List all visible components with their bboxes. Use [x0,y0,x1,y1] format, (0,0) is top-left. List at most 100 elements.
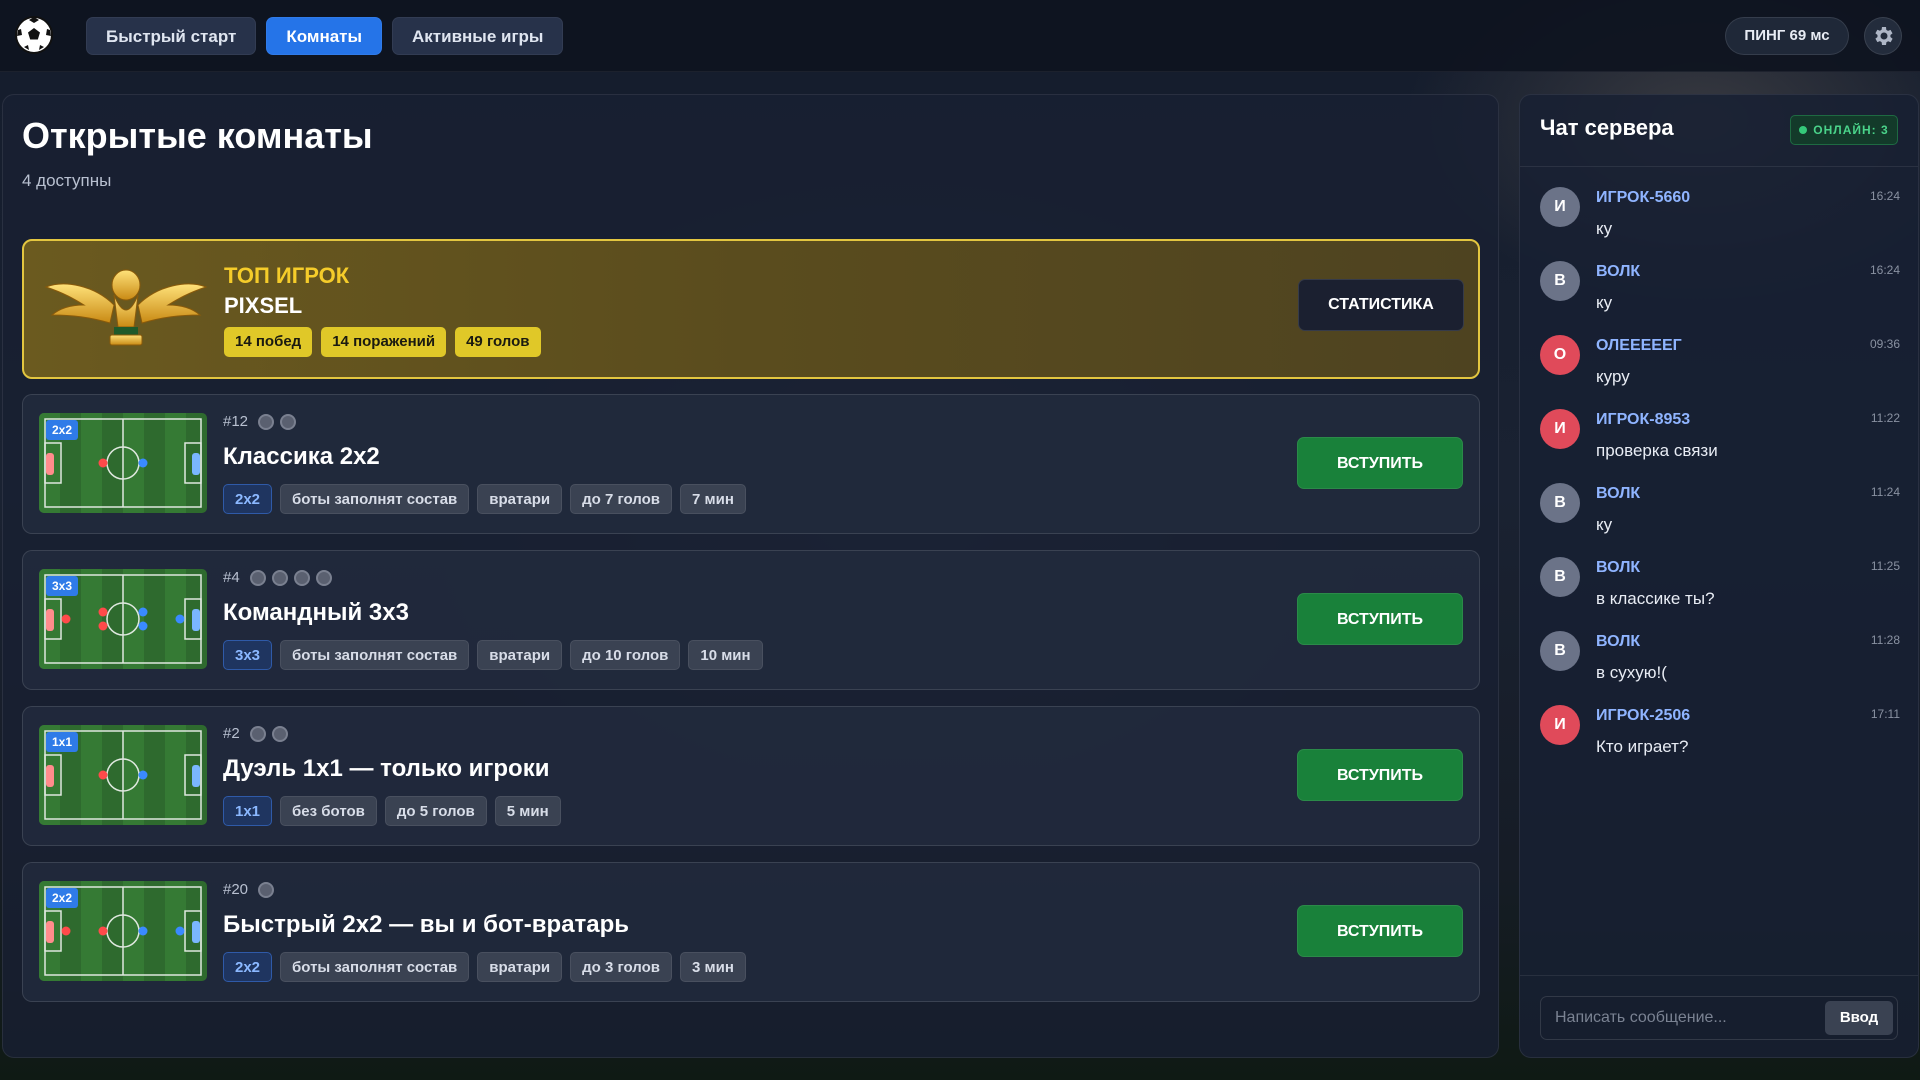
room-tags: 2x2 боты заполнят состав вратари до 7 го… [223,484,746,514]
message-text: куру [1596,367,1630,386]
player-slot [258,881,275,898]
message-author: ОЛЕЕЕЕЕГ [1596,337,1682,354]
avatar: В [1540,261,1580,301]
tag-mode: 3x3 [223,640,273,670]
message-author: ВОЛК [1596,263,1641,280]
send-button[interactable]: Ввод [1825,1001,1893,1035]
tag-time: 3 мин [680,952,746,982]
online-badge: ОНЛАЙН: 3 [1790,115,1898,145]
player-slot [249,725,266,742]
player-slot [271,725,288,742]
room-card: 2x2 #12 Классика 2x2 2x2 боты заполнят с… [22,394,1480,534]
tag-bots: без ботов [280,796,377,826]
top-bar: Быстрый старт Комнаты Активные игры ПИНГ… [0,0,1920,72]
player-slot [280,413,297,430]
chat-message: И ИГРОК-2506 17:11 Кто играет? [1540,705,1900,775]
message-author: ИГРОК-8953 [1596,411,1691,428]
nav-rooms[interactable]: Комнаты [266,17,383,55]
top-player-label: ТОП ИГРОК [224,263,350,288]
message-text: в сухую!( [1596,663,1667,682]
message-time: 11:25 [1870,559,1900,573]
statistics-button[interactable]: СТАТИСТИКА [1298,279,1464,331]
mode-badge: 2x2 [46,888,79,908]
room-number: #4 [223,569,240,586]
main-nav: Быстрый старт Комнаты Активные игры [86,17,564,55]
join-button[interactable]: ВСТУПИТЬ [1297,905,1463,957]
wins-badge: 14 побед [224,327,313,357]
room-number: #20 [223,881,249,898]
player-slot [249,569,266,586]
message-time: 16:24 [1869,189,1900,203]
tag-time: 7 мин [680,484,746,514]
rooms-panel: Открытые комнаты 4 доступны ТОП ИГРОК PI… [2,94,1499,1058]
tag-time: 5 мин [494,796,561,826]
tag-goals: до 10 голов [570,640,681,670]
tag-bots: боты заполнят состав [280,952,470,982]
message-text: ку [1596,293,1613,312]
avatar: В [1540,631,1580,671]
join-button[interactable]: ВСТУПИТЬ [1297,749,1463,801]
player-slot [293,569,310,586]
room-meta: #20 [223,881,275,898]
tag-bots: боты заполнят состав [280,484,470,514]
join-button[interactable]: ВСТУПИТЬ [1297,437,1463,489]
room-meta: #2 [223,725,288,742]
tag-goals: до 3 голов [570,952,673,982]
tag-goalkeepers: вратари [477,640,563,670]
room-number: #2 [223,725,240,742]
mode-badge: 1x1 [46,732,79,752]
top-player-card: ТОП ИГРОК PIXSEL 14 побед 14 поражений 4… [22,239,1480,379]
message-text: в классике ты? [1596,589,1715,608]
room-meta: #12 [223,413,297,430]
player-slot [258,413,275,430]
server-chat-panel: Чат сервера ОНЛАЙН: 3 И ИГРОК-5660 16:24… [1519,94,1919,1058]
soccer-ball-logo-icon[interactable] [14,15,54,55]
chat-message: В ВОЛК 11:25 в классике ты? [1540,557,1900,627]
gear-icon [1875,27,1893,45]
field-preview: 3x3 [39,569,207,669]
room-tags: 2x2 боты заполнят состав вратари до 3 го… [223,952,746,982]
tag-bots: боты заполнят состав [280,640,470,670]
chat-title: Чат сервера [1540,115,1674,140]
message-author: ВОЛК [1596,633,1641,650]
message-text: ку [1596,219,1613,238]
avatar: О [1540,335,1580,375]
tag-mode: 2x2 [223,484,273,514]
tag-goals: до 5 голов [384,796,487,826]
avatar: В [1540,483,1580,523]
chat-footer: Ввод [1520,975,1918,1057]
message-time: 11:28 [1870,633,1900,647]
room-title: Быстрый 2x2 — вы и бот-вратарь [223,911,630,938]
message-author: ВОЛК [1596,559,1641,576]
chat-message: В ВОЛК 11:28 в сухую!( [1540,631,1900,701]
message-time: 11:22 [1870,411,1900,425]
room-card: 3x3 #4 Командный 3x3 3x3 боты заполнят с… [22,550,1480,690]
room-title: Классика 2x2 [223,443,380,470]
settings-button[interactable] [1864,17,1902,55]
losses-badge: 14 поражений [321,327,447,357]
page-title: Открытые комнаты [22,115,373,156]
chat-message-input[interactable] [1555,997,1815,1039]
player-slot [271,569,288,586]
message-time: 16:24 [1869,263,1900,277]
tag-goals: до 7 голов [570,484,673,514]
ping-indicator: ПИНГ 69 мс [1725,17,1849,55]
avatar: И [1540,705,1580,745]
join-button[interactable]: ВСТУПИТЬ [1297,593,1463,645]
message-time: 11:24 [1870,485,1900,499]
message-text: Кто играет? [1596,737,1689,756]
top-player-stats: 14 побед 14 поражений 49 голов [224,327,541,357]
room-number: #12 [223,413,249,430]
room-tags: 1x1 без ботов до 5 голов 5 мин [223,796,561,826]
nav-active-games[interactable]: Активные игры [392,17,564,55]
rooms-count: 4 доступны [22,171,112,190]
room-card: 2x2 #20 Быстрый 2x2 — вы и бот-вратарь 2… [22,862,1480,1002]
avatar: И [1540,187,1580,227]
message-author: ИГРОК-5660 [1596,189,1691,206]
avatar: И [1540,409,1580,449]
top-player-name: PIXSEL [224,293,303,318]
nav-quick-start[interactable]: Быстрый старт [86,17,257,55]
online-count: ОНЛАЙН: 3 [1813,123,1889,137]
message-text: проверка связи [1596,441,1718,460]
chat-message: В ВОЛК 11:24 ку [1540,483,1900,553]
